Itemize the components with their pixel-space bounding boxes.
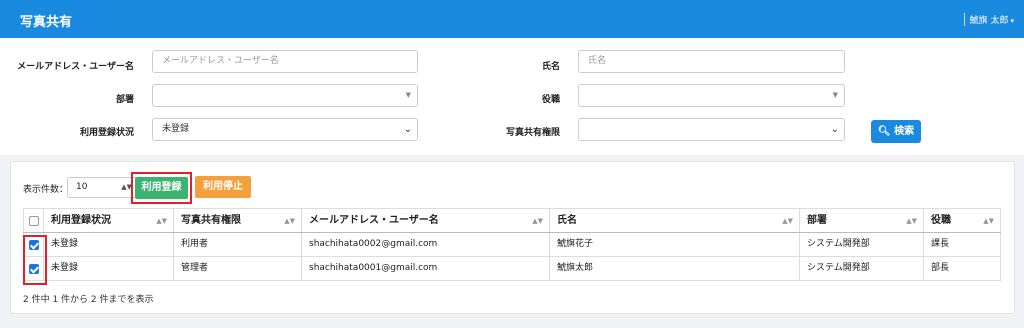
app-header: 写真共有 鯱旗 太郎 ▾ xyxy=(0,0,1024,38)
search-button[interactable]: 🔍︎ 検索 xyxy=(871,120,921,143)
cell-email: shachihata0001@gmail.com xyxy=(301,257,549,280)
role-select[interactable]: ▼ xyxy=(578,84,845,107)
user-menu[interactable]: 鯱旗 太郎 ▾ xyxy=(963,13,1014,26)
perm-select[interactable]: ⌄ xyxy=(578,118,845,141)
sort-icon: ▲▼ xyxy=(284,217,295,225)
caret-down-icon: ▾ xyxy=(1010,17,1014,25)
cell-status: 未登録 xyxy=(43,257,173,280)
status-label: 利用登録状況 xyxy=(79,128,134,138)
sort-icon: ▲▼ xyxy=(906,217,917,225)
col-status-label: 利用登録状況 xyxy=(51,215,111,226)
email-label: メールアドレス・ユーザー名 xyxy=(17,62,134,72)
dept-label: 部署 xyxy=(115,95,134,105)
sort-icon: ▲▼ xyxy=(983,217,994,225)
cell-role: 部長 xyxy=(923,257,1001,280)
cell-role: 課長 xyxy=(923,233,1001,256)
col-permission[interactable]: 写真共有権限 ▲▼ xyxy=(173,209,301,232)
name-label: 氏名 xyxy=(541,62,560,72)
status-select-value: 未登録 xyxy=(162,124,190,134)
stop-button[interactable]: 利用停止 xyxy=(195,176,251,198)
table-summary: 2 件中 1 件から 2 件までを表示 xyxy=(23,295,154,305)
col-dept-label: 部署 xyxy=(807,215,827,226)
results-panel: 表示件数： 10 ▲▼ 利用登録 利用停止 利用登録状況 ▲▼ 写真共有権限 ▲▼ … xyxy=(10,161,1015,314)
col-email-label: メールアドレス・ユーザー名 xyxy=(309,215,439,226)
select-all-checkbox[interactable] xyxy=(29,216,39,226)
col-permission-label: 写真共有権限 xyxy=(181,215,241,226)
cell-permission: 管理者 xyxy=(173,257,301,280)
name-input[interactable]: 氏名 xyxy=(578,50,845,73)
checkbox-highlight xyxy=(23,235,47,285)
status-select[interactable]: 未登録 ⌄ xyxy=(152,118,418,141)
sort-icon: ▲▼ xyxy=(532,217,543,225)
email-input[interactable]: メールアドレス・ユーザー名 xyxy=(152,50,418,73)
col-email[interactable]: メールアドレス・ユーザー名 ▲▼ xyxy=(301,209,549,232)
cell-permission: 利用者 xyxy=(173,233,301,256)
col-status[interactable]: 利用登録状況 ▲▼ xyxy=(43,209,173,232)
per-page-select[interactable]: 10 ▲▼ xyxy=(67,177,139,198)
col-role[interactable]: 役職 ▲▼ xyxy=(923,209,1001,232)
sort-icon: ▲▼ xyxy=(156,217,167,225)
chevron-down-icon: ⌄ xyxy=(403,124,412,135)
app-title: 写真共有 xyxy=(20,15,73,30)
per-page-label: 表示件数： xyxy=(23,185,69,195)
register-button[interactable]: 利用登録 xyxy=(135,177,188,199)
sort-icon: ▲▼ xyxy=(782,217,793,225)
table-row[interactable]: 未登録 管理者 shachihata0001@gmail.com 鯱旗太郎 シス… xyxy=(23,257,1001,281)
cell-name: 鯱旗花子 xyxy=(549,233,799,256)
search-icon: 🔍︎ xyxy=(877,126,891,137)
col-dept[interactable]: 部署 ▲▼ xyxy=(799,209,923,232)
table-row[interactable]: 未登録 利用者 shachihata0002@gmail.com 鯱旗花子 シス… xyxy=(23,233,1001,257)
caret-down-icon: ▼ xyxy=(832,91,838,99)
register-highlight: 利用登録 xyxy=(131,172,192,204)
table-header: 利用登録状況 ▲▼ 写真共有権限 ▲▼ メールアドレス・ユーザー名 ▲▼ 氏名 ▲▼ 部… xyxy=(23,208,1001,233)
chevron-down-icon: ⌄ xyxy=(830,124,839,135)
search-panel: メールアドレス・ユーザー名 メールアドレス・ユーザー名 氏名 氏名 部署 ▼ 役… xyxy=(0,38,1024,155)
dept-select[interactable]: ▼ xyxy=(152,84,418,107)
col-role-label: 役職 xyxy=(931,215,951,226)
cell-status: 未登録 xyxy=(43,233,173,256)
search-button-label: 検索 xyxy=(894,126,915,137)
cell-dept: システム開発部 xyxy=(799,233,923,256)
caret-down-icon: ▼ xyxy=(405,91,411,99)
cell-email: shachihata0002@gmail.com xyxy=(301,233,549,256)
perm-label: 写真共有権限 xyxy=(505,128,560,138)
header-checkbox-cell xyxy=(23,209,43,232)
role-label: 役職 xyxy=(541,95,560,105)
cell-name: 鯱旗太郎 xyxy=(549,257,799,280)
col-name-label: 氏名 xyxy=(557,215,577,226)
col-name[interactable]: 氏名 ▲▼ xyxy=(549,209,799,232)
user-name: 鯱旗 太郎 xyxy=(969,16,1009,26)
per-page-value: 10 xyxy=(76,182,88,192)
cell-dept: システム開発部 xyxy=(799,257,923,280)
